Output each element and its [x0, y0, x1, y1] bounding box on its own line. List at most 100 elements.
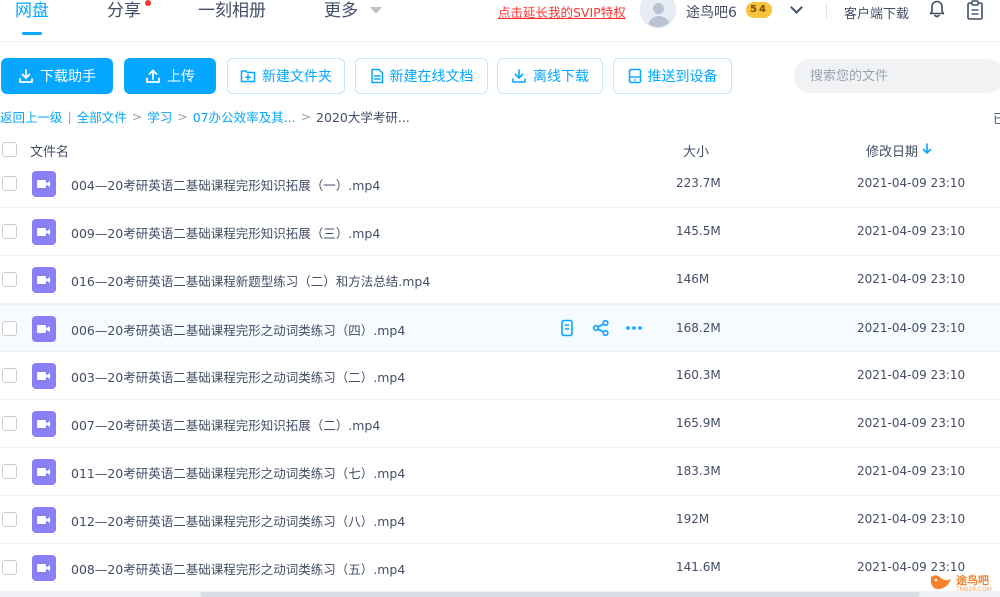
file-name[interactable]: 006—20考研英语二基础课程完形之动词类练习（四）.mp4 [71, 320, 405, 339]
notification-dot [145, 0, 151, 6]
breadcrumb-separator: > [177, 108, 188, 124]
search-input[interactable] [794, 59, 1000, 93]
file-modified-date: 2021-04-09 23:10 [857, 272, 966, 286]
column-header-size[interactable]: 大小 [683, 141, 709, 160]
new-online-doc-label: 新建在线文档 [389, 69, 474, 85]
breadcrumb-current: 2020大学考研... [316, 109, 410, 125]
upload-icon [146, 69, 160, 83]
file-name[interactable]: 008—20考研英语二基础课程完形之动词类练习（五）.mp4 [71, 559, 405, 578]
client-download-link[interactable]: 客户端下载 [844, 3, 909, 22]
file-size: 168.2M [676, 321, 721, 335]
video-file-icon [32, 316, 56, 342]
file-size: 141.6M [676, 560, 721, 574]
push-to-device-button[interactable]: 推送到设备 [613, 58, 732, 94]
file-name[interactable]: 012—20考研英语二基础课程完形之动词类练习（八）.mp4 [71, 511, 405, 530]
bird-logo-icon [931, 575, 951, 590]
avatar[interactable] [640, 0, 676, 28]
breadcrumb-all-files[interactable]: 全部文件 [77, 107, 127, 126]
table-row[interactable]: 004—20考研英语二基础课程完形知识拓展（一）.mp4 223.7M 2021… [0, 160, 1000, 208]
file-name[interactable]: 004—20考研英语二基础课程完形知识拓展（一）.mp4 [71, 175, 380, 194]
file-name[interactable]: 011—20考研英语二基础课程完形之动词类练习（七）.mp4 [71, 463, 405, 482]
row-checkbox[interactable] [2, 224, 17, 239]
row-checkbox[interactable] [2, 176, 17, 191]
breadcrumb: 返回上一级 | 全部文件 > 学习 > 07办公效率及其... > 2020大学… [0, 107, 410, 126]
clipboard-icon[interactable] [966, 0, 984, 20]
column-header-modified[interactable]: 修改日期 [866, 141, 918, 160]
file-modified-date: 2021-04-09 23:10 [857, 224, 966, 238]
sort-down-icon[interactable] [922, 143, 932, 155]
new-online-doc-button[interactable]: 新建在线文档 [355, 58, 488, 94]
nav-tab-album[interactable]: 一刻相册 [198, 0, 266, 42]
username[interactable]: 途鸟吧6 [686, 2, 737, 22]
new-folder-label: 新建文件夹 [262, 69, 332, 85]
row-checkbox[interactable] [2, 272, 17, 287]
file-name[interactable]: 007—20考研英语二基础课程完形知识拓展（二）.mp4 [71, 415, 380, 434]
table-row[interactable]: 011—20考研英语二基础课程完形之动词类练习（七）.mp4 183.3M 20… [0, 448, 1000, 496]
video-file-icon [32, 411, 56, 437]
more-icon[interactable] [625, 319, 643, 337]
download-helper-button[interactable]: 下载助手 [1, 58, 113, 94]
row-checkbox[interactable] [2, 416, 17, 431]
row-checkbox[interactable] [2, 368, 17, 383]
caret-down-icon[interactable] [370, 7, 382, 14]
breadcrumb-right-truncated: 已 [993, 111, 1000, 126]
table-row[interactable]: 003—20考研英语二基础课程完形之动词类练习（二）.mp4 160.3M 20… [0, 352, 1000, 400]
device-icon [628, 68, 641, 84]
file-name[interactable]: 009—20考研英语二基础课程完形知识拓展（三）.mp4 [71, 223, 380, 242]
file-modified-date: 2021-04-09 23:10 [857, 321, 966, 335]
video-file-icon [32, 267, 56, 293]
offline-download-button[interactable]: 离线下载 [497, 58, 603, 94]
nav-tab-netdisk[interactable]: 网盘 [15, 0, 49, 42]
file-modified-date: 2021-04-09 23:10 [857, 512, 966, 526]
bell-icon[interactable] [928, 0, 946, 18]
file-size: 223.7M [676, 176, 721, 190]
top-navigation: 网盘 分享 一刻相册 更多 点击延长我的SVIP特权 途鸟吧6 54 客户端下载 [0, 0, 1000, 42]
download-helper-label: 下载助手 [40, 69, 96, 85]
row-checkbox[interactable] [2, 560, 17, 575]
breadcrumb-separator: > [300, 108, 312, 124]
phone-push-icon[interactable] [558, 319, 576, 337]
table-row[interactable]: 007—20考研英语二基础课程完形知识拓展（二）.mp4 165.9M 2021… [0, 400, 1000, 448]
row-checkbox[interactable] [2, 321, 17, 336]
active-tab-indicator [22, 32, 42, 35]
file-size: 145.5M [676, 224, 721, 238]
nav-tab-share[interactable]: 分享 [107, 0, 141, 42]
file-name[interactable]: 003—20考研英语二基础课程完形之动词类练习（二）.mp4 [71, 367, 405, 386]
nav-tab-more[interactable]: 更多 [324, 0, 358, 42]
chevron-down-icon[interactable] [790, 1, 803, 14]
level-badge: 54 [746, 2, 772, 18]
select-all-checkbox[interactable] [2, 142, 17, 157]
nav-divider [826, 4, 827, 18]
file-size: 146M [676, 272, 710, 286]
download-icon [19, 69, 33, 83]
column-header-name[interactable]: 文件名 [30, 141, 69, 160]
table-row[interactable]: 009—20考研英语二基础课程完形知识拓展（三）.mp4 145.5M 2021… [0, 208, 1000, 256]
video-file-icon [32, 171, 56, 197]
file-modified-date: 2021-04-09 23:10 [857, 176, 966, 190]
video-file-icon [32, 363, 56, 389]
file-size: 183.3M [676, 464, 721, 478]
new-folder-button[interactable]: 新建文件夹 [227, 58, 345, 94]
share-icon[interactable] [592, 319, 610, 337]
file-modified-date: 2021-04-09 23:10 [857, 416, 966, 430]
row-checkbox[interactable] [2, 464, 17, 479]
offline-download-label: 离线下载 [533, 69, 589, 85]
file-name[interactable]: 016—20考研英语二基础课程新题型练习（二）和方法总结.mp4 [71, 271, 430, 290]
horizontal-scrollbar-thumb[interactable] [200, 592, 920, 597]
breadcrumb-study[interactable]: 学习 [147, 107, 172, 126]
table-row[interactable]: 016—20考研英语二基础课程新题型练习（二）和方法总结.mp4 146M 20… [0, 256, 1000, 304]
table-row[interactable]: 012—20考研英语二基础课程完形之动词类练习（八）.mp4 192M 2021… [0, 496, 1000, 544]
row-checkbox[interactable] [2, 512, 17, 527]
table-row-hovered[interactable]: 006—20考研英语二基础课程完形之动词类练习（四）.mp4 168.2M 20… [0, 304, 1000, 352]
file-size: 165.9M [676, 416, 721, 430]
upload-label: 上传 [167, 69, 195, 85]
video-file-icon [32, 507, 56, 533]
file-modified-date: 2021-04-09 23:10 [857, 368, 966, 382]
breadcrumb-back-link[interactable]: 返回上一级 [0, 107, 63, 126]
table-row[interactable]: 008—20考研英语二基础课程完形之动词类练习（五）.mp4 141.6M 20… [0, 544, 1000, 592]
offline-download-icon [512, 69, 526, 83]
svip-renew-link[interactable]: 点击延长我的SVIP特权 [498, 2, 626, 21]
watermark-logo: 途鸟吧 TNB28.COM [928, 570, 998, 596]
upload-button[interactable]: 上传 [124, 58, 216, 94]
breadcrumb-office-efficiency[interactable]: 07办公效率及其... [193, 107, 296, 126]
